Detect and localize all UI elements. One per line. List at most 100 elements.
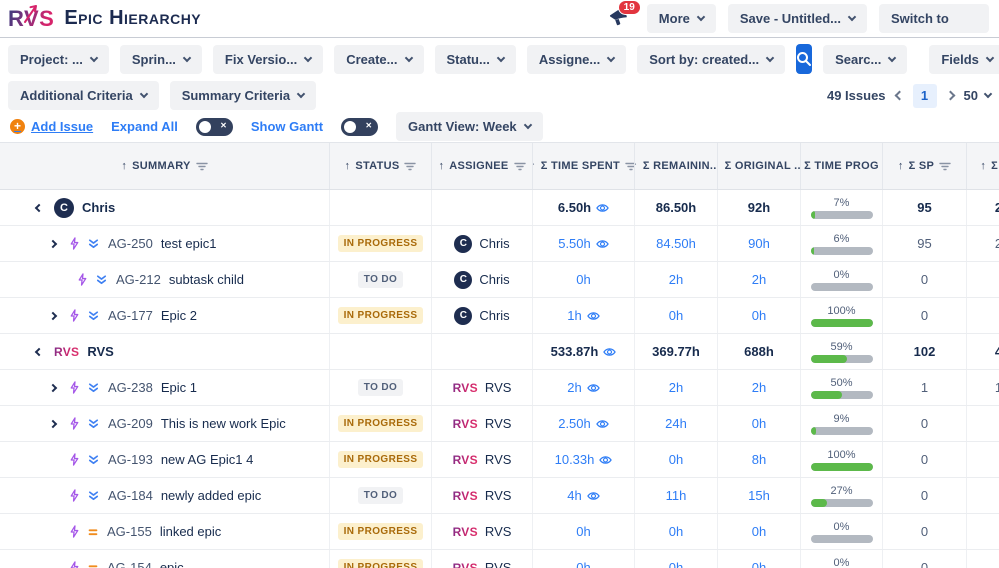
time-spent-value[interactable]: 2h [567, 380, 581, 395]
time-spent-value[interactable]: 4h [567, 488, 581, 503]
column-header-label: Status [355, 160, 399, 172]
original-value[interactable]: 8h [752, 452, 766, 467]
eye-icon[interactable] [587, 383, 600, 393]
remaining-value[interactable]: 0h [669, 308, 683, 323]
time-spent-value[interactable]: 1h [567, 308, 581, 323]
original-value[interactable]: 2h [752, 272, 766, 287]
column-header-remainin[interactable]: ↑Σ Remainin... [635, 143, 718, 189]
announcement-icon[interactable]: 19 [605, 4, 631, 33]
original-value[interactable]: 90h [748, 236, 770, 251]
issue-key[interactable]: AG-209 [108, 416, 153, 431]
show-gantt-button[interactable]: Show Gantt [251, 119, 323, 134]
summary-criteria-button[interactable]: Summary Criteria [170, 81, 316, 110]
expand-chevron-icon[interactable] [49, 383, 57, 391]
additional-criteria-button[interactable]: Additional Criteria [8, 81, 159, 110]
filter-search[interactable]: Searc... [823, 45, 907, 74]
issue-key[interactable]: AG-238 [108, 380, 153, 395]
column-filter-icon[interactable] [514, 162, 526, 171]
column-filter-icon[interactable] [939, 162, 951, 171]
filter-assignee[interactable]: Assigne... [527, 45, 626, 74]
time-spent-value[interactable]: 0h [576, 272, 590, 287]
column-filter-icon[interactable] [404, 162, 416, 171]
page-number[interactable]: 1 [913, 84, 937, 108]
original-value[interactable]: 0h [752, 560, 766, 568]
original-value[interactable]: 0h [752, 308, 766, 323]
collapse-chevron-icon[interactable] [35, 347, 43, 355]
issue-key[interactable]: AG-184 [108, 488, 153, 503]
original-value[interactable]: 0h [752, 524, 766, 539]
issue-key[interactable]: AG-250 [108, 236, 153, 251]
column-header-status[interactable]: ↑Status [330, 143, 432, 189]
original-value[interactable]: 0h [752, 416, 766, 431]
sort-asc-icon: ↑ [635, 160, 638, 172]
remaining-value[interactable]: 0h [669, 524, 683, 539]
eye-icon[interactable] [599, 455, 612, 465]
remaining-value[interactable]: 24h [665, 416, 687, 431]
column-header-sp[interactable]: ↑Σ SP [967, 143, 999, 189]
time-spent-value[interactable]: 2.50h [558, 416, 591, 431]
expand-chevron-icon[interactable] [49, 239, 57, 247]
expand-chevron-icon[interactable] [49, 419, 57, 427]
remaining-value: 86.50h [656, 200, 696, 215]
column-header-summary[interactable]: ↑Summary [0, 143, 330, 189]
original-cell: 8h [718, 442, 801, 477]
filter-created[interactable]: Create... [334, 45, 423, 74]
issue-key[interactable]: AG-155 [107, 524, 152, 539]
filter-fix-version[interactable]: Fix Versio... [213, 45, 323, 74]
filter-status[interactable]: Statu... [435, 45, 516, 74]
add-issue-button[interactable]: Add Issue [10, 119, 93, 134]
expand-chevron-icon[interactable] [49, 311, 57, 319]
filter-project[interactable]: Project: ... [8, 45, 109, 74]
chevron-down-icon [404, 53, 412, 61]
show-gantt-toggle[interactable] [341, 118, 378, 136]
prev-page-button[interactable] [894, 91, 904, 101]
time-spent-value[interactable]: 5.50h [558, 236, 591, 251]
remaining-value[interactable]: 0h [669, 452, 683, 467]
original-value[interactable]: 15h [748, 488, 770, 503]
remaining-value[interactable]: 2h [669, 272, 683, 287]
page-size-select[interactable]: 50 [964, 88, 991, 103]
original-value[interactable]: 2h [752, 380, 766, 395]
eye-icon[interactable] [587, 311, 600, 321]
chevron-down-icon [607, 53, 615, 61]
remaining-value[interactable]: 84.50h [656, 236, 696, 251]
filter-sort-by[interactable]: Sort by: created... [637, 45, 785, 74]
original-cell: 0h [718, 550, 801, 568]
filter-sprint[interactable]: Sprin... [120, 45, 202, 74]
column-header-time-spent[interactable]: ↑Σ Time Spent [533, 143, 635, 189]
expand-all-button[interactable]: Expand All [111, 119, 178, 134]
column-filter-icon[interactable] [196, 162, 208, 171]
more-button[interactable]: More [647, 4, 716, 33]
next-page-button[interactable] [945, 91, 955, 101]
issue-key[interactable]: AG-154 [107, 560, 152, 568]
switch-to-button[interactable]: Switch to [879, 4, 989, 33]
issue-key[interactable]: AG-177 [108, 308, 153, 323]
gantt-view-button[interactable]: Gantt View: Week [396, 112, 543, 141]
column-header-sp[interactable]: ↑Σ SP [883, 143, 967, 189]
progress-fill [811, 355, 848, 363]
fields-button[interactable]: Fields [929, 45, 999, 74]
remaining-value[interactable]: 0h [669, 560, 683, 568]
column-header-original[interactable]: ↑Σ Original ... [718, 143, 801, 189]
remaining-value[interactable]: 11h [666, 488, 687, 503]
issue-key[interactable]: AG-212 [116, 272, 161, 287]
filter-bar: Project: ... Sprin... Fix Versio... Crea… [0, 38, 999, 80]
time-spent-value[interactable]: 0h [576, 524, 590, 539]
collapse-chevron-icon[interactable] [35, 203, 43, 211]
time-spent-value[interactable]: 10.33h [555, 452, 595, 467]
remaining-value[interactable]: 2h [669, 380, 683, 395]
issue-key[interactable]: AG-193 [108, 452, 153, 467]
eye-icon[interactable] [596, 239, 609, 249]
save-button[interactable]: Save - Untitled... [728, 4, 867, 33]
search-button[interactable] [796, 44, 812, 74]
eye-icon[interactable] [596, 203, 609, 213]
eye-icon[interactable] [596, 419, 609, 429]
eye-icon[interactable] [603, 347, 616, 357]
column-header-assignee[interactable]: ↑Assignee [432, 143, 533, 189]
eye-icon[interactable] [587, 491, 600, 501]
column-filter-icon[interactable] [625, 162, 635, 171]
epic-icon [68, 381, 81, 394]
column-header-time-prog[interactable]: Σ Time Prog [801, 143, 883, 189]
expand-all-toggle[interactable] [196, 118, 233, 136]
time-spent-value[interactable]: 0h [576, 560, 590, 568]
